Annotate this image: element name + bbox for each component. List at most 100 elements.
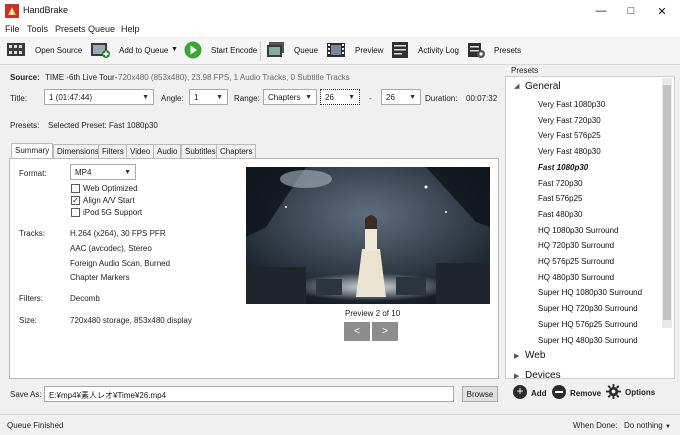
- ipod-checkbox[interactable]: [71, 208, 80, 217]
- start-encode-button[interactable]: Start Encode: [211, 46, 257, 55]
- tab-audio[interactable]: Audio: [153, 144, 182, 158]
- duration-label: Duration:: [425, 94, 458, 103]
- format-label: Format:: [19, 169, 47, 178]
- preset-category-devices[interactable]: Devices: [525, 370, 561, 381]
- activity-log-button[interactable]: Activity Log: [418, 46, 459, 55]
- chevron-down-icon: ▼: [348, 93, 355, 101]
- chevron-down-icon: ▼: [216, 93, 223, 101]
- add-to-queue-button[interactable]: Add to Queue: [119, 46, 168, 55]
- preset-item[interactable]: Fast 1080p30: [538, 163, 588, 172]
- range-start-select[interactable]: 26 ▼: [320, 89, 360, 105]
- angle-select-value: 1: [194, 92, 199, 102]
- format-select[interactable]: MP4 ▼: [70, 164, 136, 180]
- minimize-button[interactable]: —: [585, 0, 617, 22]
- track-item: H.264 (x264), 30 FPS PFR: [70, 229, 166, 238]
- expand-arrow-icon[interactable]: ◢: [514, 82, 519, 90]
- menu-help[interactable]: Help: [121, 24, 140, 34]
- angle-select[interactable]: 1 ▼: [189, 89, 228, 105]
- preset-category-web[interactable]: Web: [525, 350, 545, 361]
- browse-button[interactable]: Browse: [462, 386, 498, 402]
- maximize-button[interactable]: □: [615, 0, 647, 22]
- next-preview-button[interactable]: >: [372, 322, 398, 341]
- preset-item[interactable]: Very Fast 480p30: [538, 147, 601, 156]
- menu-presets[interactable]: Presets: [55, 24, 86, 34]
- queue-button[interactable]: Queue: [294, 46, 318, 55]
- menu-tools[interactable]: Tools: [27, 24, 48, 34]
- preset-category-general[interactable]: General: [525, 81, 561, 92]
- preset-item[interactable]: Fast 576p25: [538, 194, 582, 203]
- preset-item[interactable]: Very Fast 720p30: [538, 116, 601, 125]
- source-label: Source:: [10, 73, 40, 82]
- menu-queue[interactable]: Queue: [88, 24, 115, 34]
- presets-toolbar-button[interactable]: Presets: [494, 46, 521, 55]
- tab-video[interactable]: Video: [126, 144, 155, 158]
- preview-caption: Preview 2 of 10: [345, 309, 401, 318]
- presets-scrollbar-thumb[interactable]: [663, 85, 671, 320]
- align-av-checkbox[interactable]: ✓: [71, 196, 80, 205]
- source-details: 720x480 (853x480), 23.98 FPS, 1 Audio Tr…: [118, 73, 350, 82]
- preset-item[interactable]: Super HQ 576p25 Surround: [538, 320, 638, 329]
- menu-file[interactable]: File: [5, 24, 20, 34]
- presets-icon: [468, 43, 485, 58]
- preset-item[interactable]: Super HQ 480p30 Surround: [538, 336, 638, 345]
- collapsed-arrow-icon[interactable]: ▶: [514, 372, 519, 380]
- gear-icon[interactable]: [606, 384, 621, 399]
- track-item: AAC (avcodec), Stereo: [70, 244, 152, 253]
- filters-label: Filters:: [19, 294, 43, 303]
- activity-log-icon: [392, 42, 408, 58]
- size-value: 720x480 storage, 853x480 display: [70, 316, 192, 325]
- preset-item[interactable]: Fast 480p30: [538, 210, 582, 219]
- format-select-value: MP4: [75, 167, 92, 177]
- add-preset-button[interactable]: Add: [531, 389, 547, 398]
- when-done-value: Do nothing: [624, 421, 663, 430]
- collapsed-arrow-icon[interactable]: ▶: [514, 352, 519, 360]
- open-source-button[interactable]: Open Source: [35, 46, 82, 55]
- presets-scrollbar[interactable]: [662, 78, 672, 328]
- add-preset-icon[interactable]: +: [513, 385, 527, 399]
- open-source-icon: [7, 43, 25, 56]
- chevron-down-icon: ▼: [409, 93, 416, 101]
- tab-chapters[interactable]: Chapters: [216, 144, 257, 158]
- title-bar: HandBrake — □ ✕: [0, 0, 680, 22]
- preset-item[interactable]: HQ 720p30 Surround: [538, 241, 614, 250]
- range-label: Range:: [234, 94, 260, 103]
- web-optimized-checkbox[interactable]: [71, 184, 80, 193]
- preset-item[interactable]: HQ 1080p30 Surround: [538, 226, 619, 235]
- preset-item[interactable]: Very Fast 1080p30: [538, 100, 605, 109]
- range-type-value: Chapters: [268, 92, 301, 102]
- filters-value: Decomb: [70, 294, 100, 303]
- remove-preset-button[interactable]: Remove: [570, 389, 601, 398]
- range-end-select[interactable]: 26 ▼: [381, 89, 421, 105]
- web-optimized-label: Web Optimized: [83, 184, 138, 193]
- when-done-select[interactable]: Do nothing ▼: [624, 421, 671, 430]
- preset-item[interactable]: HQ 576p25 Surround: [538, 257, 614, 266]
- tab-filters[interactable]: Filters: [98, 144, 128, 158]
- range-end-value: 26: [386, 92, 395, 102]
- preset-item[interactable]: HQ 480p30 Surround: [538, 273, 614, 282]
- preset-options-button[interactable]: Options: [625, 388, 655, 397]
- previous-preview-button[interactable]: <: [344, 322, 370, 341]
- save-as-path-input[interactable]: E:¥mp4¥素人レオ¥Time¥26.mp4: [44, 386, 454, 402]
- chevron-down-icon: ▼: [664, 424, 671, 430]
- remove-preset-icon[interactable]: [552, 385, 566, 399]
- tab-dimensions[interactable]: Dimensions: [53, 144, 103, 158]
- preset-item[interactable]: Super HQ 1080p30 Surround: [538, 288, 642, 297]
- close-button[interactable]: ✕: [646, 0, 678, 22]
- presets-label: Presets:: [10, 121, 40, 130]
- preset-item[interactable]: Very Fast 576p25: [538, 131, 601, 140]
- chevron-down-icon: ▼: [124, 168, 131, 176]
- preview-button[interactable]: Preview: [355, 46, 383, 55]
- range-start-value: 26: [325, 92, 334, 102]
- chevron-down-icon: ▼: [142, 93, 149, 101]
- preset-item[interactable]: Fast 720p30: [538, 179, 582, 188]
- preset-item[interactable]: Super HQ 720p30 Surround: [538, 304, 638, 313]
- tab-subtitles[interactable]: Subtitles: [181, 144, 220, 158]
- range-type-select[interactable]: Chapters ▼: [263, 89, 317, 105]
- title-select[interactable]: 1 (01:47:44) ▼: [44, 89, 154, 105]
- window-title: HandBrake: [23, 5, 69, 15]
- add-to-queue-dropdown-icon[interactable]: ▼: [171, 46, 178, 53]
- range-dash: -: [369, 94, 372, 103]
- tracks-label: Tracks:: [19, 229, 45, 238]
- align-av-label: Align A/V Start: [83, 196, 135, 205]
- tab-summary[interactable]: Summary: [11, 143, 54, 158]
